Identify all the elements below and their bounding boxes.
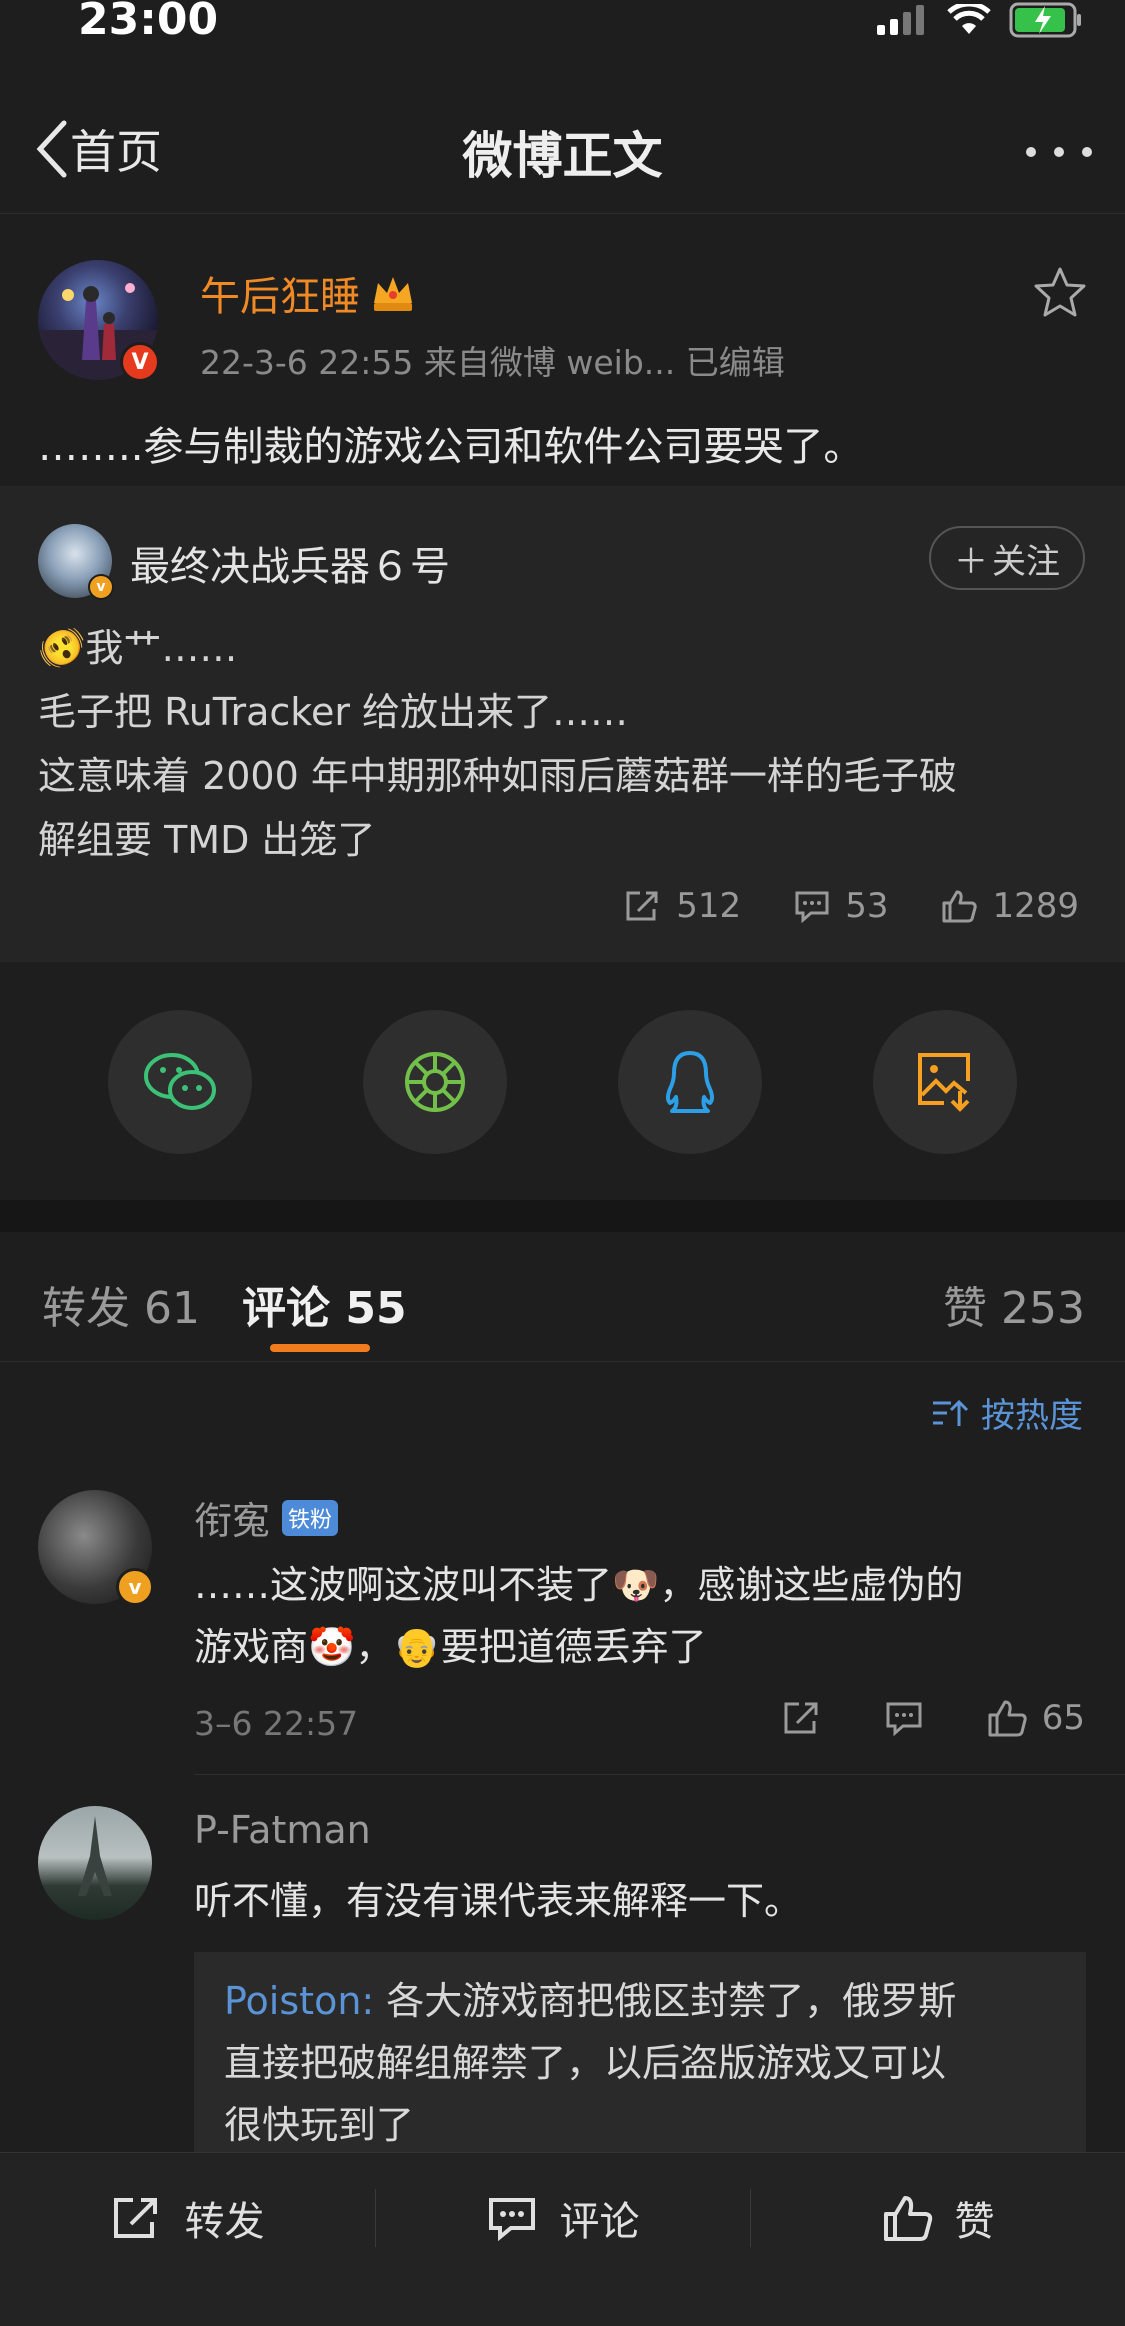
comment-actions: 65 <box>782 1698 1085 1738</box>
plus-icon: ＋ <box>954 541 988 582</box>
bottom-action-bar: 转发 评论 赞 <box>0 2152 1125 2326</box>
comment-count-button[interactable]: 53 <box>793 886 888 926</box>
thumb-up-icon <box>988 1700 1027 1737</box>
follow-button[interactable]: ＋ 关注 <box>929 526 1085 590</box>
share-qq-button[interactable] <box>618 1010 762 1154</box>
repost-count: 512 <box>676 886 742 926</box>
reply-line: Poiston: 各大游戏商把俄区封禁了，俄罗斯 <box>224 1970 1056 2032</box>
comment-line: ……这波啊这波叫不装了🐶，感谢这些虚伪的 <box>194 1563 964 1607</box>
post-meta: 22-3-6 22:55 来自微博 weib... 已编辑 <box>200 343 785 382</box>
tab-comment-count: 55 <box>345 1283 407 1334</box>
tab-like-label: 赞 <box>943 1283 988 1334</box>
reply-line: 直接把破解组解禁了，以后盗版游戏又可以 <box>224 2041 947 2085</box>
star-icon <box>1034 267 1086 317</box>
save-image-button[interactable] <box>873 1010 1017 1154</box>
nav-bar: 首页 微博正文 <box>0 92 1125 214</box>
status-icons <box>877 2 1083 38</box>
comment-text: 听不懂，有没有课代表来解释一下。 <box>194 1879 803 1923</box>
reposted-card[interactable]: v 最终决战兵器６号 ＋ 关注 🫨我艹…… 毛子把 RuTracker 给放出来… <box>0 486 1125 962</box>
comment-author-name: P-Fatman <box>194 1808 371 1852</box>
comment-like-count: 65 <box>1041 1698 1085 1738</box>
comment-count: 53 <box>845 886 889 926</box>
share-icon[interactable] <box>782 1700 822 1736</box>
repost-line: 解组要 TMD 出笼了 <box>38 818 376 862</box>
repost-line: 毛子把 RuTracker 给放出来了…… <box>38 690 629 734</box>
repost-text: 🫨我艹…… 毛子把 RuTracker 给放出来了…… 这意味着 2000 年中… <box>38 616 1098 872</box>
page-title: 微博正文 <box>462 127 663 185</box>
sort-icon <box>933 1399 969 1426</box>
reply-line: 很快玩到了 <box>224 2103 415 2147</box>
bottom-like-button[interactable]: 赞 <box>750 2153 1125 2283</box>
tab-comment[interactable]: 评论 55 <box>242 1272 407 1336</box>
comment-avatar[interactable] <box>38 1806 152 1920</box>
tab-repost[interactable]: 转发 61 <box>42 1272 200 1336</box>
comment-like-button[interactable]: 65 <box>986 1698 1085 1738</box>
bottom-repost-label: 转发 <box>184 2199 265 2245</box>
verified-badge-small: v <box>88 574 114 600</box>
bottom-comment-label: 评论 <box>559 2199 640 2245</box>
reply-text: 各大游戏商把俄区封禁了，俄罗斯 <box>386 1979 957 2023</box>
more-icon <box>1026 147 1092 157</box>
tab-comment-label: 评论 <box>242 1283 330 1334</box>
bottom-comment-button[interactable]: 评论 <box>375 2153 750 2283</box>
comment-author-name: 衔寃 <box>194 1499 271 1543</box>
reply-user[interactable]: Poiston: <box>224 1979 374 2023</box>
eiffel-tower-image <box>78 1816 112 1896</box>
tab-like[interactable]: 赞 253 <box>943 1272 1085 1336</box>
repost-line: 这意味着 2000 年中期那种如雨后蘑菇群一样的毛子破 <box>38 754 957 798</box>
wifi-icon <box>947 4 991 34</box>
fan-badge: 铁粉 <box>282 1499 339 1536</box>
repost-count-button[interactable]: 512 <box>624 886 741 926</box>
comment-author[interactable]: P-Fatman <box>194 1808 371 1852</box>
sort-label: 按热度 <box>981 1396 1083 1436</box>
favorite-button[interactable] <box>1033 266 1087 322</box>
post-text: ……..参与制裁的游戏公司和软件公司要哭了。 <box>38 424 864 470</box>
comment-line: 游戏商🤡，👴要把道德丢弃了 <box>194 1625 707 1669</box>
section-divider <box>0 1200 1125 1232</box>
share-icon <box>626 891 658 921</box>
like-count-button[interactable]: 1289 <box>940 886 1079 926</box>
reply-preview[interactable]: Poiston: 各大游戏商把俄区封禁了，俄罗斯 直接把破解组解禁了，以后盗版游… <box>194 1952 1086 2152</box>
like-count: 1289 <box>992 886 1079 926</box>
bottom-like-label: 赞 <box>954 2199 995 2245</box>
qq-icon <box>666 1051 714 1113</box>
author-name[interactable]: 午后狂睡 <box>200 264 416 322</box>
share-row <box>0 962 1125 1200</box>
share-moments-button[interactable] <box>363 1010 507 1154</box>
more-button[interactable] <box>1023 122 1095 186</box>
repost-author-name[interactable]: 最终决战兵器６号 <box>130 534 450 592</box>
tab-repost-count: 61 <box>144 1283 200 1334</box>
post-header: V 午后狂睡 22-3-6 22:55 来自微博 weib... 已编辑 …….… <box>0 214 1125 486</box>
comment-time: 3–6 22:57 <box>194 1704 359 1743</box>
verified-badge: V <box>120 342 160 382</box>
share-wechat-button[interactable] <box>108 1010 252 1154</box>
tab-like-count: 253 <box>1001 1283 1085 1334</box>
comment-text: ……这波啊这波叫不装了🐶，感谢这些虚伪的 游戏商🤡，👴要把道德丢弃了 <box>194 1554 1074 1678</box>
repost-stats: 512 53 1289 <box>624 886 1079 926</box>
verified-badge: v <box>116 1568 154 1606</box>
save-image-icon <box>918 1053 970 1112</box>
tab-repost-label: 转发 <box>42 1283 130 1334</box>
comment-icon <box>795 891 829 923</box>
author-name-text: 午后狂睡 <box>200 274 360 320</box>
comment-icon <box>488 2198 535 2241</box>
thumb-up-icon <box>883 2196 932 2241</box>
thumb-up-icon <box>942 890 978 923</box>
crown-icon <box>374 277 412 311</box>
repost-line: 🫨我艹…… <box>38 626 238 670</box>
active-tab-indicator <box>270 1344 370 1352</box>
comment-divider <box>194 1774 1125 1775</box>
sort-by-hot-button[interactable]: 按热度 <box>931 1388 1083 1437</box>
detail-tabs: 转发 61 评论 55 赞 253 <box>0 1232 1125 1362</box>
follow-label: 关注 <box>992 541 1060 582</box>
share-icon <box>113 2198 157 2238</box>
comment-icon[interactable] <box>884 1700 924 1736</box>
comment-author[interactable]: 衔寃 铁粉 <box>194 1490 339 1545</box>
status-time: 23:00 <box>78 0 219 45</box>
signal-icon <box>877 5 924 35</box>
moments-icon <box>405 1052 465 1112</box>
wechat-icon <box>144 1053 216 1110</box>
bottom-repost-button[interactable]: 转发 <box>0 2153 375 2283</box>
battery-icon <box>1009 2 1081 38</box>
